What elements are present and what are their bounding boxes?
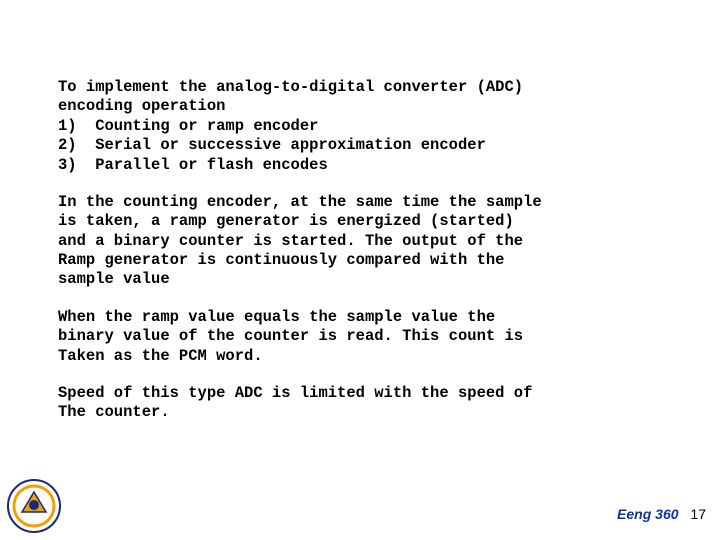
slide-footer: Eeng 360 17: [617, 506, 706, 522]
institution-logo-icon: [6, 478, 62, 534]
footer-brand: Eeng 360: [617, 506, 678, 522]
paragraph-1: To implement the analog-to-digital conve…: [58, 78, 668, 175]
slide: To implement the analog-to-digital conve…: [0, 0, 720, 540]
paragraph-4: Speed of this type ADC is limited with t…: [58, 384, 668, 423]
paragraph-3: When the ramp value equals the sample va…: [58, 308, 668, 366]
body-text: To implement the analog-to-digital conve…: [58, 78, 668, 441]
footer-page-number: 17: [690, 506, 706, 522]
paragraph-2: In the counting encoder, at the same tim…: [58, 193, 668, 290]
